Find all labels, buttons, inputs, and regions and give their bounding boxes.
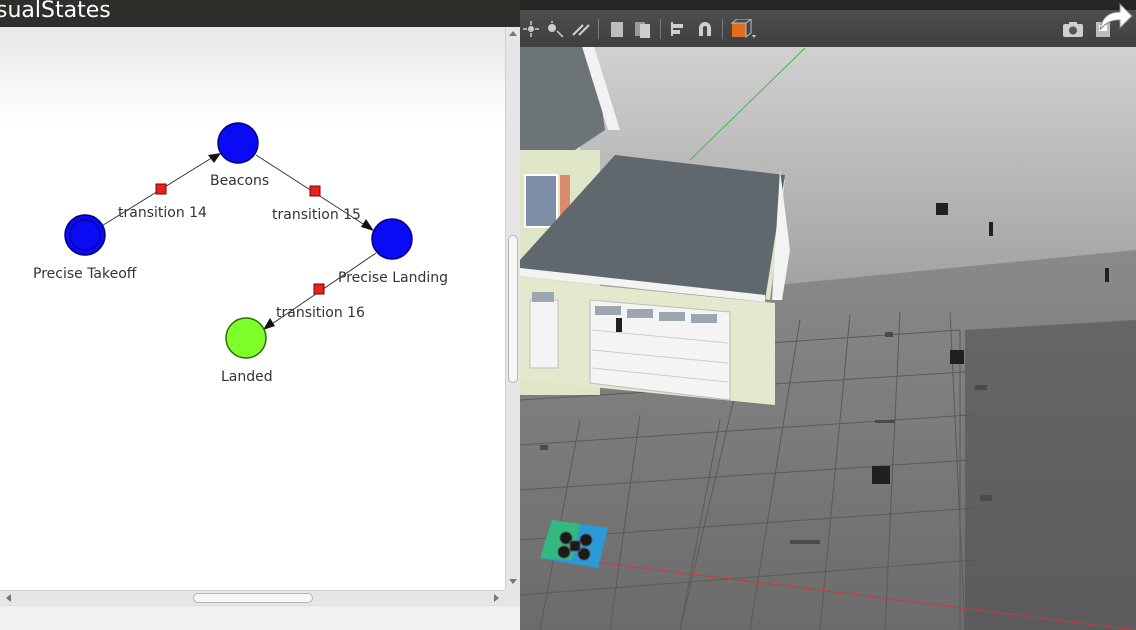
share-arrow-icon[interactable] <box>1094 0 1134 34</box>
scroll-corner <box>505 590 520 605</box>
simulator-3d-view[interactable] <box>520 0 1136 630</box>
house-window-upper <box>524 174 558 228</box>
toolbar-separator <box>660 19 661 39</box>
simulator-scene[interactable] <box>520 0 1136 630</box>
transition-label-16: transition 16 <box>276 305 365 321</box>
marker <box>872 466 890 484</box>
box-color-icon[interactable] <box>730 18 758 40</box>
transition-label-14: transition 14 <box>118 205 207 221</box>
shadow-plane <box>965 320 1136 630</box>
scroll-right-icon[interactable] <box>494 594 499 602</box>
toolbar-separator <box>722 19 723 39</box>
state-label-precise-takeoff: Precise Takeoff <box>33 266 137 282</box>
transition-label-15: transition 15 <box>272 207 361 223</box>
marker <box>1105 268 1109 282</box>
magnet-icon[interactable] <box>694 18 716 40</box>
state-label-landed: Landed <box>221 369 273 385</box>
transition-16-marker[interactable] <box>313 283 325 295</box>
state-label-precise-landing: Precise Landing <box>338 270 448 286</box>
translate-icon[interactable] <box>522 18 540 40</box>
arrowhead-icon <box>263 318 275 330</box>
arrowhead-icon <box>208 153 221 163</box>
vertical-scrollbar[interactable] <box>505 27 520 590</box>
toolbar-separator <box>598 19 599 39</box>
transition-14-marker[interactable] <box>155 183 167 195</box>
state-label-beacons: Beacons <box>210 173 269 189</box>
house-door-window <box>532 292 554 302</box>
window-titlebar[interactable]: sualStates <box>0 0 520 27</box>
marker <box>989 222 993 236</box>
simulator-top-strip <box>520 0 1136 10</box>
light-icon[interactable] <box>544 18 566 40</box>
transition-15-marker[interactable] <box>309 185 321 197</box>
state-graph-canvas[interactable]: Precise Takeoff Beacons Precise Landing … <box>0 27 505 590</box>
marker <box>950 350 964 364</box>
state-machine-window: sualStates Precise Takeoff Beacons Preci… <box>0 0 520 630</box>
state-precise-landing[interactable] <box>371 218 413 260</box>
vertical-scroll-thumb[interactable] <box>508 235 518 383</box>
scroll-left-icon[interactable] <box>6 594 11 602</box>
state-landed[interactable] <box>225 317 267 359</box>
scroll-down-icon[interactable] <box>509 579 517 584</box>
paste-icon[interactable] <box>632 18 654 40</box>
state-beacons[interactable] <box>217 122 259 164</box>
scroll-up-icon[interactable] <box>509 31 517 36</box>
horizontal-scrollbar[interactable] <box>0 590 505 605</box>
window-title: sualStates <box>0 0 111 23</box>
house-side-door <box>529 299 559 369</box>
state-precise-takeoff[interactable] <box>64 214 106 256</box>
arrowhead-icon <box>361 219 374 231</box>
horizontal-scroll-thumb[interactable] <box>193 593 313 603</box>
window-bottom-bar <box>0 605 520 630</box>
snap-icon[interactable] <box>668 18 690 40</box>
state-graph: Precise Takeoff Beacons Precise Landing … <box>33 122 448 385</box>
align-icon[interactable] <box>570 18 592 40</box>
copy-icon[interactable] <box>606 18 628 40</box>
marker <box>616 318 622 332</box>
camera-icon[interactable] <box>1060 18 1086 40</box>
marker <box>936 203 948 215</box>
simulator-toolbar <box>520 10 1136 47</box>
